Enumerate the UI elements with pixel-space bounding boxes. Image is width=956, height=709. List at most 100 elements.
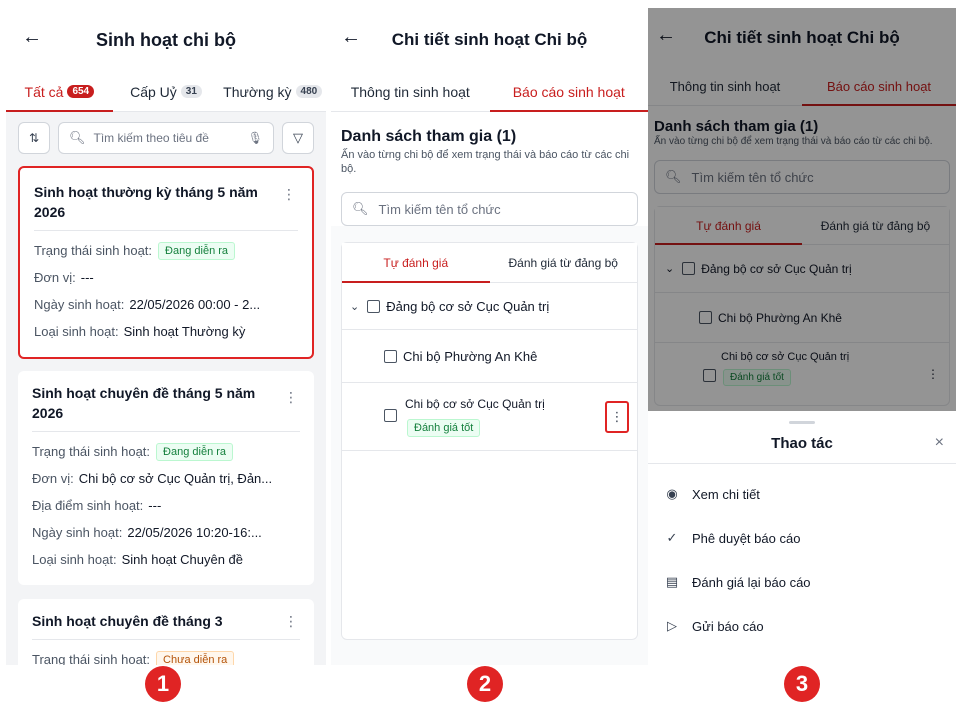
count-badge: 480 [295, 85, 323, 98]
tab-self-evaluation[interactable]: Tự đánh giá [342, 243, 490, 283]
more-options-icon[interactable]: ⋮ [282, 186, 296, 203]
search-placeholder: Tìm kiếm tên tổ chức [378, 201, 501, 217]
evaluation-badge: Đánh giá tốt [407, 419, 481, 437]
tab-meeting-info[interactable]: Thông tin sinh hoạt [331, 72, 490, 111]
send-icon: ▷ [667, 618, 677, 633]
meeting-card[interactable]: Sinh hoạt chuyên đề tháng 5 năm 2026 ⋮ T… [18, 371, 314, 585]
search-input[interactable]: 🔍︎ Tìm kiếm theo tiêu đề 🎙︎ [58, 122, 274, 154]
field-value: Sinh hoạt Chuyên đề [121, 552, 244, 567]
tab-all[interactable]: Tất cả 654 [6, 72, 113, 112]
status-row: Trạng thái sinh hoạt: Chưa diễn ra [32, 646, 300, 665]
evaluation-tabs: Tự đánh giá Đánh giá từ đảng bộ [342, 243, 637, 283]
page-title: Chi tiết sinh hoạt Chi bộ [391, 30, 588, 49]
tree-child-row[interactable]: Chi bộ cơ sở Cục Quản trị Đánh giá tốt ⋮ [342, 383, 637, 451]
close-icon[interactable]: × [935, 434, 944, 452]
field-label: Trạng thái sinh hoạt: [32, 652, 151, 665]
field-label: Đơn vị: [32, 471, 74, 486]
field-value: 22/05/2026 00:00 - 2... [129, 297, 261, 312]
card-title: Sinh hoạt thường kỳ tháng 5 năm 2026 [34, 184, 258, 220]
divider [34, 230, 298, 231]
step-marker-1: 1 [145, 666, 181, 702]
date-row: Ngày sinh hoạt: 22/05/2026 00:00 - 2... [34, 291, 298, 318]
tab-committee[interactable]: Cấp Uỷ 31 [113, 72, 220, 111]
action-label: Xem chi tiết [692, 486, 760, 502]
action-reevaluate-report[interactable]: ▤ Đánh giá lại báo cáo [648, 560, 956, 604]
step-marker-2: 2 [467, 666, 503, 702]
meeting-card[interactable]: Sinh hoạt thường kỳ tháng 5 năm 2026 ⋮ T… [18, 166, 314, 359]
field-value: 22/05/2026 10:20-16:... [127, 525, 262, 540]
dim-overlay[interactable] [648, 8, 956, 411]
action-approve-report[interactable]: ✓ Phê duyệt báo cáo [648, 516, 956, 560]
microphone-icon[interactable]: 🎙︎ [248, 131, 263, 145]
status-row: Trạng thái sinh hoạt: Đang diễn ra [32, 438, 300, 465]
unit-row: Đơn vị: --- [34, 264, 298, 291]
checkbox[interactable] [367, 299, 381, 313]
field-label: Đơn vị: [34, 270, 76, 285]
search-input[interactable]: 🔍︎ Tìm kiếm tên tổ chức [341, 192, 638, 226]
card-title: Sinh hoạt chuyên đề tháng 5 năm 2026 [32, 385, 256, 421]
action-list: ◉ Xem chi tiết ✓ Phê duyệt báo cáo ▤ Đán… [648, 464, 956, 648]
field-value: Sinh hoạt Thường kỳ [123, 324, 246, 339]
tab-regular[interactable]: Thường kỳ 480 [219, 72, 326, 111]
field-label: Trạng thái sinh hoạt: [34, 243, 153, 258]
tab-meeting-report[interactable]: Báo cáo sinh hoạt [489, 72, 649, 112]
sort-icon[interactable]: ⇅ [18, 122, 50, 154]
screen-1-meeting-list: ← Sinh hoạt chi bộ Tất cả 654 Cấp Uỷ 31 … [6, 8, 326, 665]
field-label: Loại sinh hoạt: [34, 324, 119, 339]
field-value: Chi bộ cơ sở Cục Quản trị, Đản... [78, 471, 273, 486]
detail-tabs: Thông tin sinh hoạt Báo cáo sinh hoạt [331, 72, 648, 112]
tab-label: Cấp Uỷ [130, 83, 177, 100]
field-label: Trạng thái sinh hoạt: [32, 444, 151, 459]
tree-node-label: Chi bộ cơ sở Cục Quản trị [405, 397, 545, 411]
back-arrow-icon[interactable]: ← [20, 26, 44, 49]
checkbox[interactable] [384, 409, 397, 422]
action-label: Phê duyệt báo cáo [692, 530, 801, 546]
document-review-icon: ▤ [665, 574, 679, 589]
status-badge: Đang diễn ra [158, 241, 236, 260]
action-label: Gửi báo cáo [692, 618, 764, 634]
screen-3-action-sheet: ← Chi tiết sinh hoạt Chi bộ Thông tin si… [648, 8, 956, 665]
unit-row: Đơn vị: Chi bộ cơ sở Cục Quản trị, Đản... [32, 465, 300, 492]
section-description: Ấn vào từng chi bộ để xem trạng thái và … [341, 149, 630, 175]
action-send-report[interactable]: ▷ Gửi báo cáo [648, 604, 956, 648]
step-marker-3: 3 [784, 666, 820, 702]
more-options-icon[interactable]: ⋮ [605, 401, 629, 433]
field-label: Loại sinh hoạt: [32, 552, 117, 567]
more-options-icon[interactable]: ⋮ [284, 389, 298, 406]
place-row: Địa điểm sinh hoạt: --- [32, 492, 300, 519]
screen-2-meeting-detail: ← Chi tiết sinh hoạt Chi bộ Thông tin si… [331, 8, 648, 665]
field-value: --- [148, 498, 162, 513]
divider [32, 431, 300, 432]
tab-party-evaluation[interactable]: Đánh giá từ đảng bộ [490, 243, 638, 282]
tree-child-row[interactable]: Chi bộ Phường An Khê [342, 330, 637, 383]
type-row: Loại sinh hoạt: Sinh hoạt Chuyên đề [32, 546, 300, 573]
more-options-icon[interactable]: ⋮ [284, 613, 298, 630]
search-icon: 🔍︎ [69, 130, 86, 145]
meeting-card[interactable]: Sinh hoạt chuyên đề tháng 3 ⋮ Trạng thái… [18, 599, 314, 665]
field-label: Địa điểm sinh hoạt: [32, 498, 144, 513]
count-badge: 654 [67, 85, 95, 98]
participants-section: Danh sách tham gia (1) Ấn vào từng chi b… [331, 112, 648, 226]
checkbox[interactable] [384, 349, 397, 363]
type-row: Loại sinh hoạt: Sinh hoạt Thường kỳ [34, 318, 298, 345]
tree-node-label: Chi bộ Phường An Khê [403, 348, 538, 364]
count-badge: 31 [180, 85, 202, 98]
field-label: Ngày sinh hoạt: [32, 525, 123, 540]
tree-node-label: Đảng bộ cơ sở Cục Quản trị [386, 298, 550, 314]
tree-root-row[interactable]: ⌄ Đảng bộ cơ sở Cục Quản trị [342, 283, 637, 330]
action-sheet: Thao tác × ◉ Xem chi tiết ✓ Phê duyệt bá… [648, 411, 956, 665]
sheet-header: Thao tác × [648, 424, 956, 464]
tab-label: Thường kỳ [223, 83, 292, 100]
status-badge: Đang diễn ra [156, 442, 234, 461]
card-title: Sinh hoạt chuyên đề tháng 3 [32, 613, 223, 629]
sheet-title: Thao tác [771, 435, 833, 452]
action-label: Đánh giá lại báo cáo [692, 574, 811, 590]
header: ← Chi tiết sinh hoạt Chi bộ [331, 8, 648, 72]
status-row: Trạng thái sinh hoạt: Đang diễn ra [34, 237, 298, 264]
back-arrow-icon[interactable]: ← [339, 26, 363, 49]
page-title: Sinh hoạt chi bộ [96, 29, 236, 50]
chevron-down-icon[interactable]: ⌄ [350, 300, 359, 313]
search-bar-row: ⇅ 🔍︎ Tìm kiếm theo tiêu đề 🎙︎ ▽ [6, 112, 326, 166]
filter-icon[interactable]: ▽ [282, 122, 314, 154]
action-view-detail[interactable]: ◉ Xem chi tiết [648, 472, 956, 516]
